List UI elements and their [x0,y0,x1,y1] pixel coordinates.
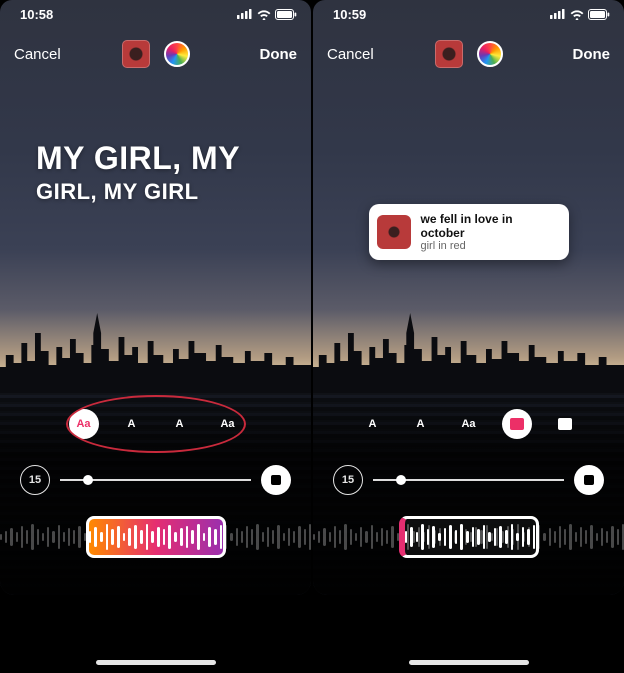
done-button[interactable]: Done [260,46,298,63]
cancel-button[interactable]: Cancel [327,46,374,63]
lyrics-line-2: GIRL, MY GIRL [36,179,240,205]
timeline-row: 15 [313,465,624,495]
album-art [377,215,411,249]
stop-button[interactable] [261,465,291,495]
lyric-style-2[interactable]: A [406,409,436,439]
duration-button[interactable]: 15 [20,465,50,495]
song-title: we fell in love in october [421,212,557,240]
story-canvas[interactable]: Cancel Done MY GIRL, MY GIRL, MY GIRL Aa… [0,0,311,595]
song-thumbnail-button[interactable] [435,40,463,68]
lyrics-overlay[interactable]: MY GIRL, MY GIRL, MY GIRL [36,140,240,205]
home-indicator[interactable] [409,660,529,665]
music-controls: Aa A A Aa 15 [0,395,311,595]
lyric-style-2[interactable]: A [117,409,147,439]
home-indicator[interactable] [96,660,216,665]
lyric-style-3[interactable]: A [165,409,195,439]
lyric-style-5[interactable] [550,409,580,439]
lyric-style-row: A A Aa [313,409,624,439]
done-button[interactable]: Done [573,46,611,63]
clip-window[interactable] [86,516,226,558]
color-picker-button[interactable] [164,41,190,67]
music-controls: A A Aa 15 [313,395,624,595]
timeline-row: 15 [0,465,311,495]
clip-window[interactable] [399,516,539,558]
lyrics-line-1: MY GIRL, MY [36,140,240,177]
song-thumbnail-button[interactable] [122,40,150,68]
status-icons [550,9,610,20]
topbar: Cancel Done [0,32,311,76]
lyric-style-4[interactable] [502,409,532,439]
duration-button[interactable]: 15 [333,465,363,495]
phone-left: 10:58 Cancel Done MY GIRL, MY GIRL, MY G… [0,0,311,673]
topbar: Cancel Done [313,32,624,76]
phone-right: 10:59 Cancel Done we fell in love in oct… [313,0,624,673]
status-bar: 10:59 [313,0,624,28]
status-icons [237,9,297,20]
audio-scrubber[interactable] [313,513,624,561]
song-artist: girl in red [421,240,557,252]
lyric-style-1[interactable]: Aa [69,409,99,439]
lyric-style-4[interactable]: Aa [213,409,243,439]
lyric-style-row: Aa A A Aa [0,409,311,439]
lyric-style-3[interactable]: Aa [454,409,484,439]
cancel-button[interactable]: Cancel [14,46,61,63]
progress-track[interactable] [373,479,564,481]
song-card-sticker[interactable]: we fell in love in october girl in red [369,204,569,260]
status-time: 10:58 [20,7,53,22]
audio-scrubber[interactable] [0,513,311,561]
story-canvas[interactable]: Cancel Done we fell in love in october g… [313,0,624,595]
status-bar: 10:58 [0,0,311,28]
color-picker-button[interactable] [477,41,503,67]
progress-track[interactable] [60,479,251,481]
lyric-style-1[interactable]: A [358,409,388,439]
status-time: 10:59 [333,7,366,22]
stop-button[interactable] [574,465,604,495]
